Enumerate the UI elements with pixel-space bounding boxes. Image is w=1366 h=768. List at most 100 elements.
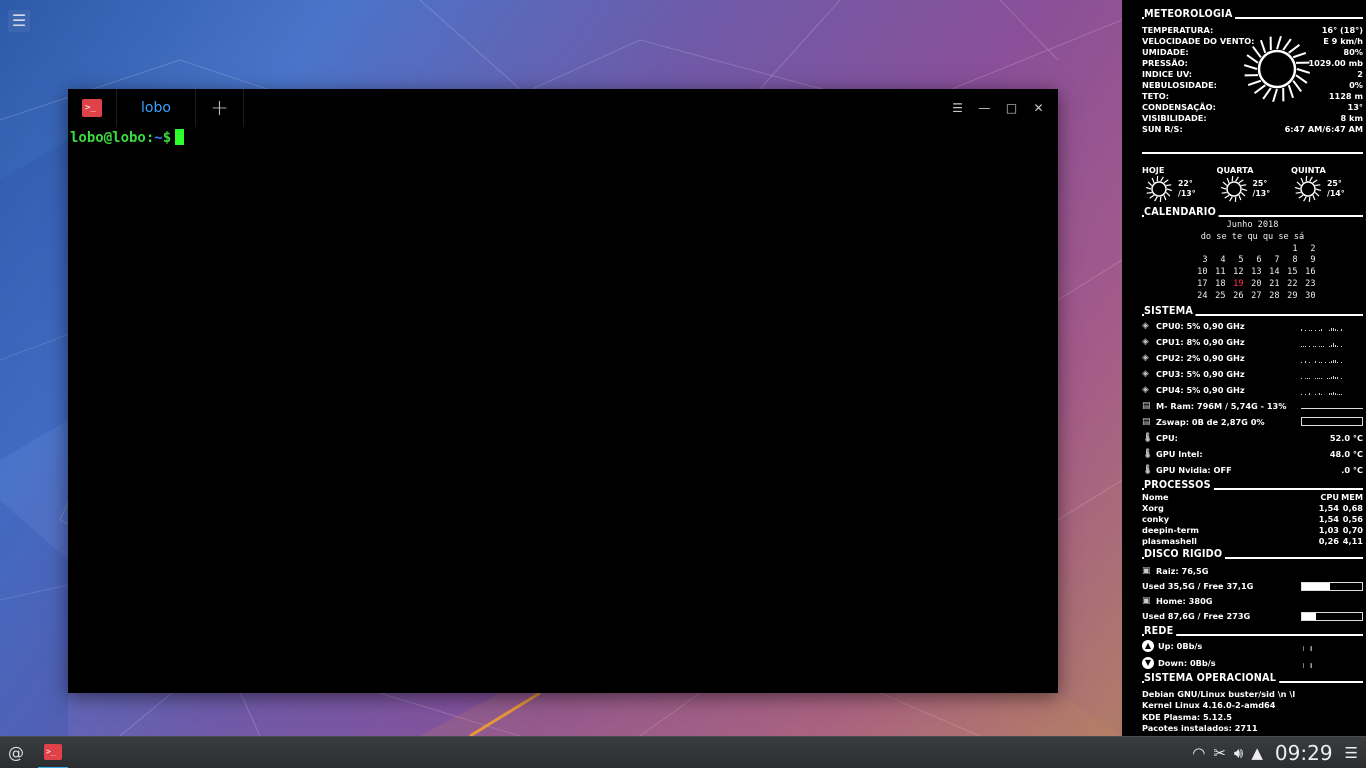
- calendar-day: 7: [1274, 255, 1280, 266]
- forecast-day: QUINTA 25°/14°: [1291, 164, 1363, 202]
- drive-icon: ▣: [1142, 566, 1151, 577]
- volume-icon[interactable]: 🔊︎: [1234, 744, 1243, 762]
- debian-swirl-icon[interactable]: @: [0, 737, 32, 768]
- temperature-row: 🌡︎ GPU Intel: 48.0 °C: [1142, 448, 1363, 459]
- tab-lobo[interactable]: lobo: [116, 89, 196, 127]
- thermometer-icon: 🌡︎: [1142, 448, 1154, 459]
- calendar-week: 24 25 26 27 28 29 30: [1142, 291, 1363, 303]
- calendar-weekdays: do se te qu qu se sá: [1200, 231, 1305, 242]
- calendar-day: 18: [1215, 278, 1226, 289]
- desktop-menu-icon[interactable]: ☰: [8, 10, 30, 32]
- calendar-day: 19: [1233, 278, 1244, 289]
- calendar-day: 1: [1292, 243, 1298, 254]
- calendar: Junho 2018 do se te qu qu se sá 12345678…: [1142, 220, 1363, 303]
- process-row: Xorg 1,54 0,68: [1142, 502, 1363, 513]
- calendar-day: 23: [1305, 278, 1316, 289]
- processes-title: PROCESSOS: [1142, 478, 1363, 492]
- network-up-graph: ╷ ╻: [1301, 641, 1314, 652]
- calendar-day: 10: [1197, 267, 1208, 278]
- os-info-line: Pacotes instalados: 2711: [1142, 723, 1258, 734]
- process-row: conky 1,54 0,56: [1142, 513, 1363, 524]
- cpu-graph: [1301, 369, 1363, 379]
- calendar-day: 8: [1292, 255, 1298, 266]
- sun-icon: [1294, 176, 1322, 202]
- os-info-line: Debian GNU/Linux buster/sid \n \l: [1142, 688, 1296, 699]
- menu-icon[interactable]: ☰: [944, 96, 971, 120]
- add-tab-button[interactable]: +: [196, 89, 244, 127]
- cpu-graph: [1301, 337, 1363, 347]
- terminal-app-icon[interactable]: >_: [68, 89, 116, 127]
- sun-icon: [1220, 176, 1247, 202]
- cpu-chip-icon: ◈: [1142, 320, 1149, 331]
- calendar-week: 3 4 5 6 7 8 9: [1142, 255, 1363, 267]
- os-info-line: Kernel Linux 4.16.0-2-amd64: [1142, 700, 1276, 711]
- calendar-day: 13: [1251, 267, 1262, 278]
- ram-row: ▤ M- Ram: 796M / 5,74G - 13%: [1142, 398, 1363, 414]
- cpu-row: ◈ CPU1: 8% 0,90 GHz: [1142, 334, 1363, 350]
- network-up: ▲ Up: 0Bb/s ╷ ╻: [1142, 638, 1363, 655]
- network-down: ▼ Down: 0Bb/s ╷ ╻: [1142, 655, 1363, 672]
- calendar-day: 3: [1202, 255, 1208, 266]
- terminal-output[interactable]: lobo@lobo:~$: [68, 127, 1058, 148]
- terminal-cursor: [175, 129, 185, 145]
- calendar-week: 17 18 19 20 21 22 23: [1142, 279, 1363, 291]
- calendar-title: CALENDARIO: [1142, 206, 1363, 219]
- panel-menu-icon[interactable]: ☰: [1345, 744, 1358, 762]
- calendar-day: 2: [1310, 243, 1316, 254]
- calendar-day: 11: [1215, 267, 1226, 278]
- calendar-day: 24: [1197, 290, 1208, 301]
- calendar-day: 17: [1197, 278, 1208, 289]
- cpu-row: ◈ CPU2: 2% 0,90 GHz: [1142, 350, 1363, 366]
- process-list: Xorg 1,54 0,68 conky 1,54 0,56 deepin-term 1,03…: [1142, 503, 1363, 547]
- cpu-graph: [1301, 321, 1363, 331]
- disk-title: DISCO RIGIDO: [1142, 547, 1363, 561]
- calendar-day: 20: [1251, 278, 1262, 289]
- calendar-day: 29: [1287, 290, 1298, 301]
- temperature-list: 🌡︎ CPU: 52.0 °C 🌡︎ GPU Intel: 48.0 °C 🌡︎ GPU Nv…: [1142, 430, 1363, 478]
- terminal-icon: >_: [82, 99, 102, 117]
- cpu-chip-icon: ◈: [1142, 336, 1149, 347]
- arrow-down-icon: ▼: [1142, 657, 1154, 670]
- cpu-chip-icon: ◈: [1142, 384, 1149, 395]
- cpu-row: ◈ CPU0: 5% 0,90 GHz: [1142, 318, 1363, 334]
- weather-row: VISIBILIDADE: 8 km: [1142, 113, 1363, 123]
- cpu-chip-icon: ◈: [1142, 368, 1149, 379]
- disk-root-bar: [1301, 581, 1363, 591]
- calendar-day: 26: [1233, 290, 1244, 301]
- system-tray: ◠ ✂ 🔊︎ ▲ 09:29 ☰: [1192, 741, 1366, 765]
- scissors-icon[interactable]: ✂: [1213, 744, 1226, 762]
- calendar-day: 5: [1238, 255, 1244, 266]
- taskbar: @ >_ ◠ ✂ 🔊︎ ▲ 09:29 ☰: [0, 736, 1366, 768]
- weather-title: METEOROLOGIA: [1142, 8, 1363, 21]
- weather-section: METEOROLOGIA TEMPERATURA: 16° (18°) VELOCI…: [1142, 8, 1363, 202]
- clock[interactable]: 09:29: [1275, 741, 1333, 765]
- wifi-icon[interactable]: ◠: [1192, 744, 1205, 762]
- weather-row: SUN R/S: 6:47 AM/6:47 AM: [1142, 124, 1363, 134]
- calendar-week: 10 11 12 13 14 15 16: [1142, 267, 1363, 279]
- prompt-user: lobo@lobo: [70, 130, 146, 146]
- disk-home-label: ▣ Home: 380G: [1142, 596, 1213, 607]
- terminal-window[interactable]: >_ lobo + ☰ — □ ✕ lobo@lobo:~$: [68, 89, 1058, 693]
- sun-icon: [1243, 35, 1311, 103]
- taskbar-terminal[interactable]: >_: [38, 737, 68, 768]
- memory-icon: ▤: [1142, 400, 1151, 411]
- calendar-day: 14: [1269, 267, 1280, 278]
- minimize-icon[interactable]: —: [971, 96, 998, 120]
- process-row: deepin-term 1,03 0,70: [1142, 524, 1363, 535]
- calendar-day: 28: [1269, 290, 1280, 301]
- thermometer-icon: 🌡︎: [1142, 432, 1154, 443]
- close-icon[interactable]: ✕: [1025, 96, 1052, 120]
- cpu-list: ◈ CPU0: 5% 0,90 GHz ◈ CPU1: 8% 0,90 GHz ◈ CPU…: [1142, 318, 1363, 398]
- prompt-path: ~: [154, 130, 163, 146]
- forecast-day: QUARTA 25°/13°: [1217, 164, 1289, 202]
- cpu-graph: [1301, 353, 1363, 363]
- network-title: REDE: [1142, 624, 1363, 638]
- calendar-day: 22: [1287, 278, 1298, 289]
- maximize-icon[interactable]: □: [998, 96, 1025, 120]
- disk-root-label: ▣ Raiz: 76,5G: [1142, 566, 1209, 577]
- process-header: Nome CPU MEM: [1142, 491, 1363, 502]
- tray-expand-icon[interactable]: ▲: [1251, 744, 1263, 762]
- disk-home-bar: [1301, 611, 1363, 621]
- prompt-symbol: $: [162, 130, 172, 146]
- conky-panel: METEOROLOGIA TEMPERATURA: 16° (18°) VELOCI…: [1122, 0, 1366, 745]
